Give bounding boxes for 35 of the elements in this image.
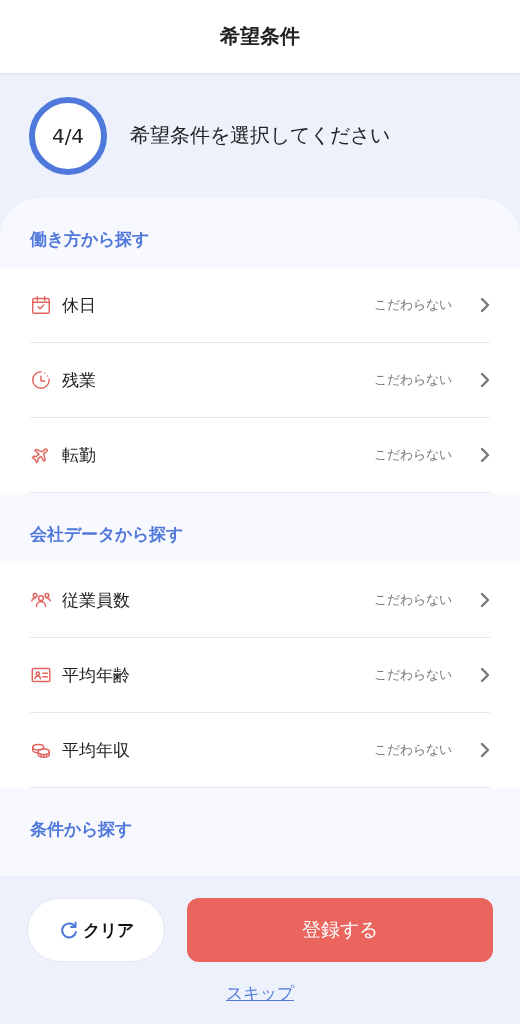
item-label: 平均年収 [62, 738, 131, 762]
calendar-icon [30, 294, 52, 316]
section-heading: 条件から探す [29, 818, 133, 841]
item-value: こだわらない [374, 591, 452, 609]
clear-button[interactable]: クリア [27, 898, 165, 962]
item-value: こだわらない [374, 371, 452, 389]
chevron-icon [480, 742, 490, 758]
page-title: 希望条件 [220, 23, 300, 50]
item-value: こだわらない [374, 741, 452, 759]
item-value: こだわらない [374, 666, 452, 684]
clock-icon [30, 369, 52, 391]
section-heading: 働き方から探す [29, 228, 150, 251]
list-item[interactable]: 転勤 こだわらない [30, 418, 490, 493]
chevron-icon [480, 667, 490, 683]
list-item[interactable]: 従業員数 こだわらない [30, 563, 490, 638]
item-value: こだわらない [374, 446, 452, 464]
section-heading: 会社データから探す [29, 523, 184, 546]
item-label: 転勤 [62, 443, 97, 467]
chevron-icon [480, 372, 490, 388]
refresh-icon [58, 920, 79, 940]
chevron-icon [480, 447, 490, 463]
list-item[interactable]: 平均年収 こだわらない [30, 713, 490, 788]
skip-link[interactable]: スキップ [226, 982, 294, 1005]
list-item[interactable]: 残業 こだわらない [30, 343, 490, 418]
chevron-icon [480, 297, 490, 313]
list-item[interactable]: 休日 こだわらない [30, 268, 490, 343]
chevron-icon [480, 592, 490, 608]
item-label: 従業員数 [62, 588, 131, 612]
item-label: 休日 [62, 293, 97, 317]
item-value: こだわらない [374, 296, 452, 314]
prompt-text: 希望条件を選択してください [130, 122, 390, 149]
step-counter: 4/4 [51, 123, 85, 148]
item-label: 残業 [62, 368, 97, 392]
list-item[interactable]: 平均年齢 こだわらない [30, 638, 490, 713]
item-label: 平均年齢 [62, 663, 131, 687]
